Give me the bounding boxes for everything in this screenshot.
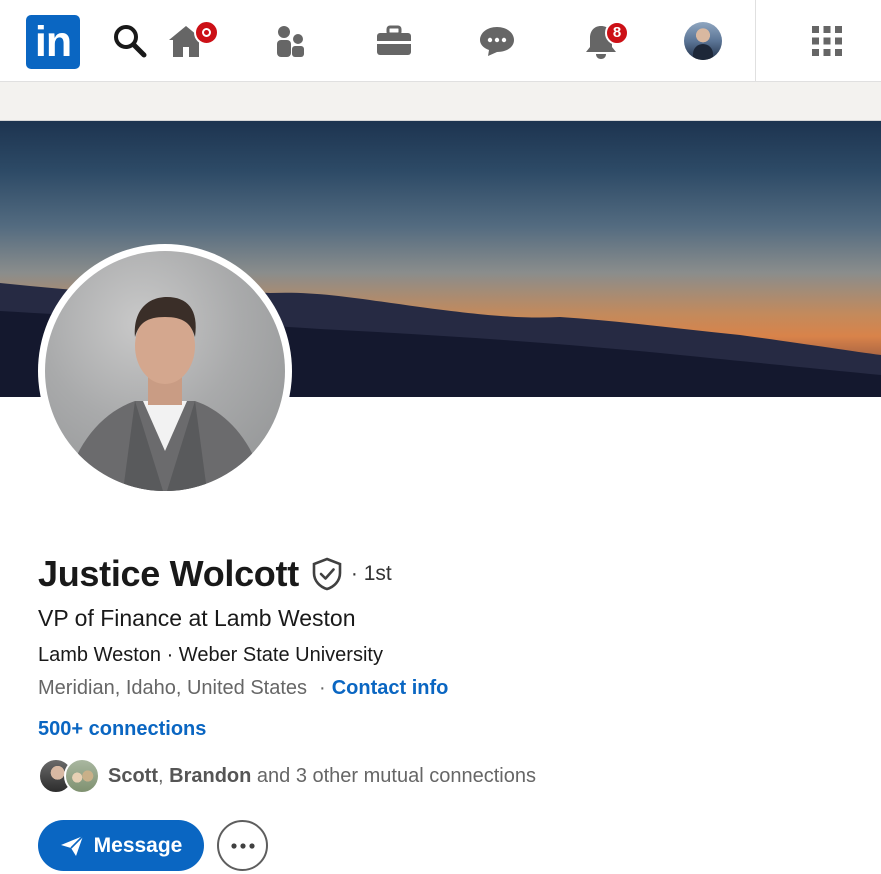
linkedin-logo[interactable]: in <box>26 15 80 69</box>
connections-link[interactable]: 500+ connections <box>38 718 206 741</box>
jobs-icon[interactable] <box>372 18 416 64</box>
profile-photo-image <box>45 251 285 491</box>
nav-divider <box>755 0 756 82</box>
mutual-name-2: Brandon <box>169 764 252 787</box>
mutual-avatars <box>38 758 102 794</box>
mutual-avatar-2 <box>64 758 100 794</box>
home-notification-dot <box>194 20 219 45</box>
location-row: Meridian, Idaho, United States · Contact… <box>38 677 448 700</box>
profile-name: Justice Wolcott <box>38 553 299 594</box>
profile-photo[interactable] <box>38 244 292 498</box>
profile-organizations: Lamb Weston · Weber State University <box>38 644 383 666</box>
mutual-name-1: Scott <box>108 764 158 787</box>
mutual-connections[interactable]: Scott, Brandon and 3 other mutual connec… <box>38 757 536 795</box>
profile-name-row: Justice Wolcott · 1st <box>38 550 392 598</box>
mutual-separator: , <box>158 764 170 787</box>
verified-shield-icon[interactable] <box>311 557 343 591</box>
home-icon[interactable] <box>164 18 219 64</box>
my-network-icon[interactable] <box>268 18 312 64</box>
message-button-label: Message <box>93 833 183 857</box>
message-button[interactable]: Message <box>38 820 204 871</box>
global-nav: in 8 <box>0 0 881 82</box>
notifications-badge: 8 <box>605 21 629 45</box>
mutual-rest: and 3 other mutual connections <box>251 764 536 787</box>
me-avatar[interactable] <box>684 22 722 60</box>
location-separator: · <box>319 677 326 699</box>
mutual-connections-text: Scott, Brandon and 3 other mutual connec… <box>108 765 536 788</box>
work-grid-icon[interactable] <box>805 18 849 64</box>
page-background-band <box>0 82 881 121</box>
messaging-icon[interactable] <box>475 18 519 64</box>
connection-degree: · 1st <box>350 562 392 585</box>
profile-headline: VP of Finance at Lamb Weston <box>38 605 356 631</box>
profile-location: Meridian, Idaho, United States <box>38 677 308 699</box>
send-icon <box>60 834 84 856</box>
more-actions-button[interactable] <box>217 820 268 871</box>
search-icon[interactable] <box>108 18 152 64</box>
notifications-icon[interactable]: 8 <box>579 18 629 64</box>
more-icon <box>230 842 255 849</box>
contact-info-link[interactable]: Contact info <box>332 677 449 700</box>
